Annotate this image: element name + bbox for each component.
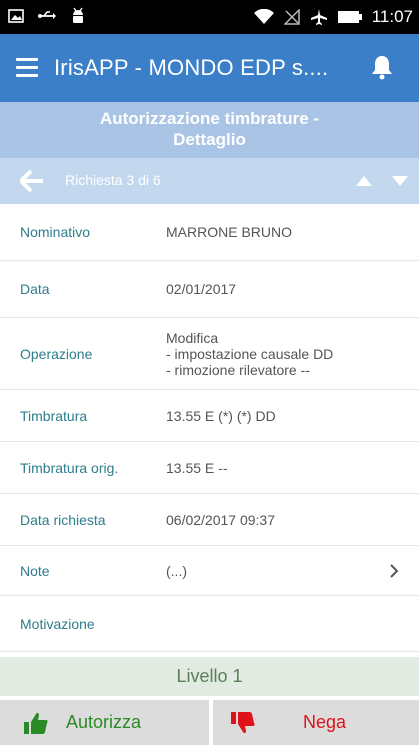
- detail-list: Nominativo MARRONE BRUNO Data 02/01/2017…: [0, 204, 419, 652]
- detail-row-motivazione: Motivazione: [0, 596, 419, 652]
- thumbs-up-icon: [24, 712, 48, 734]
- battery-icon: [337, 11, 362, 23]
- field-value: 02/01/2017: [166, 281, 237, 297]
- thumbs-down-icon: [231, 711, 255, 733]
- wifi-icon: [253, 9, 274, 24]
- page-title: Autorizzazione timbrature - Dettaglio: [0, 102, 419, 158]
- field-label: Data richiesta: [20, 511, 106, 528]
- field-value: 06/02/2017 09:37: [166, 511, 275, 528]
- action-bar: Autorizza Nega: [0, 700, 419, 745]
- request-counter: Richiesta 3 di 6: [65, 172, 161, 188]
- field-label: Nominativo: [20, 224, 91, 240]
- gallery-icon: [8, 9, 24, 23]
- status-bar: 11:07: [0, 0, 419, 34]
- android-icon: [73, 7, 83, 23]
- chevron-right-icon[interactable]: [390, 563, 399, 578]
- field-value-line: - impostazione causale DD: [166, 345, 334, 362]
- arrow-left-icon[interactable]: [20, 170, 44, 192]
- triangle-down-icon[interactable]: [392, 176, 408, 186]
- detail-row-data: Data 02/01/2017: [0, 261, 419, 318]
- airplane-icon: [310, 9, 327, 25]
- page-title-line2: Dettaglio: [173, 130, 246, 149]
- field-value: (...): [166, 562, 187, 579]
- no-signal-icon: [283, 9, 300, 25]
- field-value: 13.55 E (*) (*) DD: [166, 407, 276, 424]
- field-label: Data: [20, 281, 50, 297]
- field-label: Note: [20, 562, 50, 579]
- field-value-line: Modifica: [166, 329, 219, 346]
- field-label: Motivazione: [20, 615, 95, 632]
- field-label: Timbratura orig.: [20, 459, 119, 476]
- request-navigator: Richiesta 3 di 6: [0, 158, 419, 204]
- detail-row-nominativo: Nominativo MARRONE BRUNO: [0, 204, 419, 261]
- field-value-line: - rimozione rilevatore --: [166, 361, 310, 378]
- detail-row-timbratura: Timbratura 13.55 E (*) (*) DD: [0, 390, 419, 442]
- detail-row-data-richiesta: Data richiesta 06/02/2017 09:37: [0, 494, 419, 546]
- field-label: Timbratura: [20, 407, 88, 424]
- field-value-multiline: Modifica - impostazione causale DD - rim…: [166, 330, 333, 378]
- field-value: 13.55 E --: [166, 459, 228, 476]
- detail-row-timbratura-orig: Timbratura orig. 13.55 E --: [0, 442, 419, 494]
- approve-button[interactable]: Autorizza: [0, 700, 209, 745]
- page-title-line1: Autorizzazione timbrature -: [99, 109, 320, 128]
- field-value: MARRONE BRUNO: [166, 224, 293, 240]
- deny-button-label: Nega: [303, 712, 347, 732]
- app-title: IrisAPP - MONDO EDP s....: [54, 55, 329, 80]
- detail-row-note[interactable]: Note (...): [0, 546, 419, 596]
- triangle-up-icon[interactable]: [356, 176, 372, 186]
- approval-level: Livello 1: [0, 657, 419, 696]
- hamburger-menu-icon[interactable]: [16, 58, 38, 78]
- status-time: 11:07: [371, 7, 413, 26]
- field-label: Operazione: [20, 345, 93, 362]
- detail-row-operazione: Operazione Modifica - impostazione causa…: [0, 318, 419, 390]
- app-bar: IrisAPP - MONDO EDP s....: [0, 34, 419, 102]
- usb-icon: [38, 11, 56, 19]
- bell-icon[interactable]: [371, 54, 393, 80]
- deny-button[interactable]: Nega: [213, 700, 419, 745]
- approve-button-label: Autorizza: [66, 712, 142, 732]
